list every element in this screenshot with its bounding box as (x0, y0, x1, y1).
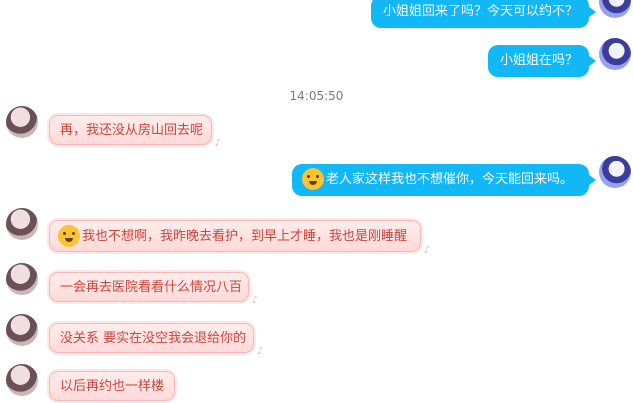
outgoing-bubble[interactable]: 小姐姐回来了吗？今天可以约不？ (371, 0, 596, 28)
incoming-bubble[interactable]: 一会再去医院看看什么情况八百 ♪ (49, 272, 258, 306)
avatar[interactable] (599, 0, 631, 18)
message-text: 一会再去医院看看什么情况八百 (60, 280, 243, 295)
message-text: 小姐姐在吗？ (500, 53, 579, 68)
outgoing-bubble[interactable]: 老人家这样我也不想催你，今天能回来吗。 (292, 164, 596, 196)
bubble-decoration-icon: ♪ (214, 138, 221, 149)
message-text: 以后再约也一样楼 (60, 379, 165, 394)
incoming-bubble[interactable]: 再，我还没从房山回去呢 ♪ (49, 115, 221, 149)
message-text: 我也不想啊，我昨晚去看护，到早上才睡，我也是刚睡醒 (82, 229, 408, 244)
message-text: 再，我还没从房山回去呢 (60, 123, 204, 138)
avatar[interactable] (6, 263, 38, 295)
crying-emoji-icon (58, 224, 80, 247)
incoming-bubble[interactable]: 我也不想啊，我昨晚去看护，到早上才睡，我也是刚睡醒 ♪ (49, 220, 430, 256)
bubble-decoration-icon: ♪ (251, 295, 258, 306)
avatar[interactable] (599, 156, 631, 188)
bubble-decoration-icon: ♪ (256, 346, 263, 357)
bubble-decoration-icon: ♪ (423, 245, 430, 256)
avatar[interactable] (6, 314, 38, 346)
avatar[interactable] (6, 364, 38, 396)
message-text: 没关系 要实在没空我会退给你的 (60, 331, 247, 346)
incoming-bubble[interactable]: 以后再约也一样楼 (49, 371, 175, 401)
message-text: 小姐姐回来了吗？今天可以约不？ (383, 4, 579, 19)
avatar[interactable] (6, 208, 38, 240)
message-text: 老人家这样我也不想催你，今天能回来吗。 (326, 172, 574, 187)
incoming-bubble[interactable]: 没关系 要实在没空我会退给你的 ♪ (49, 323, 263, 357)
avatar[interactable] (599, 38, 631, 70)
outgoing-bubble[interactable]: 小姐姐在吗？ (488, 45, 596, 77)
message-timestamp: 14:05:50 (289, 89, 344, 103)
crying-laugh-emoji-icon (302, 167, 324, 190)
avatar[interactable] (6, 106, 38, 138)
